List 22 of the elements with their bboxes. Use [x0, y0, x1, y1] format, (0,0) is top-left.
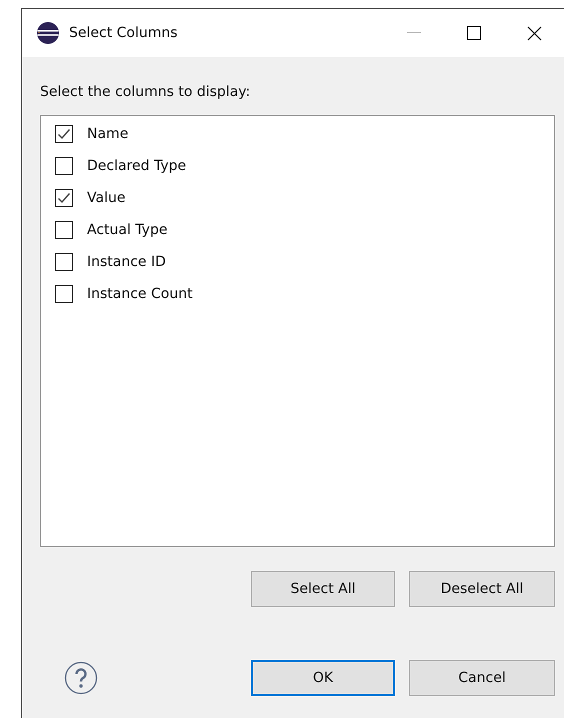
checkbox[interactable]: [55, 125, 73, 143]
checkbox[interactable]: [55, 285, 73, 303]
push-button[interactable]: Cancel: [409, 660, 555, 696]
column-label[interactable]: Declared Type: [87, 158, 186, 174]
maximize-icon[interactable]: [467, 26, 481, 40]
app-logo-icon: [36, 21, 60, 45]
checkbox[interactable]: [55, 221, 73, 239]
column-label[interactable]: Instance ID: [87, 254, 166, 270]
checkbox[interactable]: [55, 253, 73, 271]
column-label[interactable]: Instance Count: [87, 286, 193, 302]
column-label[interactable]: Value: [87, 190, 126, 206]
checkbox[interactable]: [55, 189, 73, 207]
help-icon[interactable]: [64, 661, 98, 695]
push-button[interactable]: Select All: [251, 571, 395, 607]
column-label[interactable]: Name: [87, 126, 128, 142]
column-label[interactable]: Actual Type: [87, 222, 168, 238]
prompt-text: Select the columns to display:: [40, 84, 252, 102]
push-button[interactable]: Deselect All: [409, 571, 555, 607]
checkbox[interactable]: [55, 157, 73, 175]
window-title: Select Columns: [69, 25, 179, 41]
default-button[interactable]: OK: [251, 660, 395, 696]
close-icon[interactable]: [526, 26, 542, 40]
